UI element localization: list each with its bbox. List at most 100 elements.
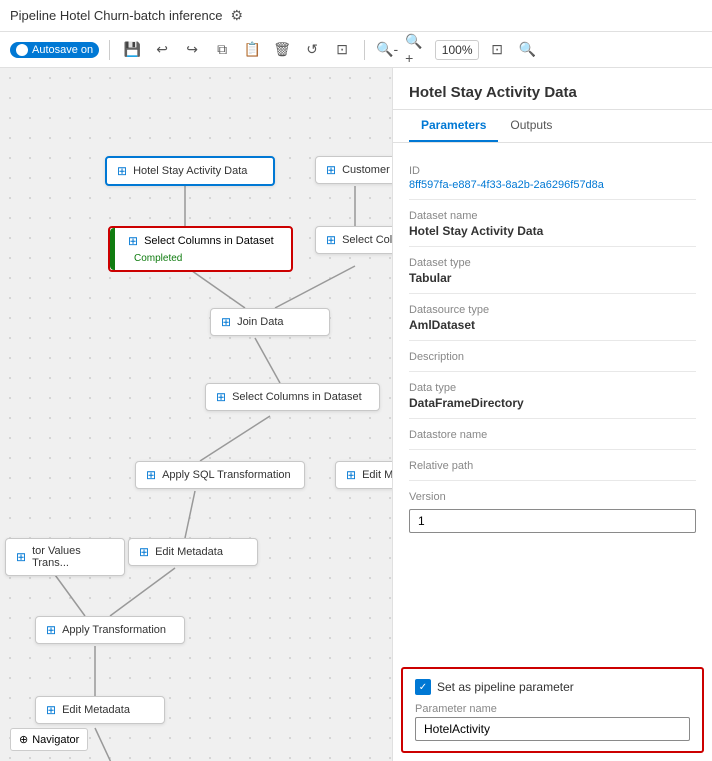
autosave-toggle[interactable]: Autosave on [10, 42, 99, 58]
datastore-name-label: Datastore name [409, 429, 696, 441]
zoom-in-btn[interactable]: 🔍+ [405, 38, 429, 62]
data-type-value: DataFrameDirectory [409, 396, 696, 410]
title-bar: Pipeline Hotel Churn-batch inference ⚙ [0, 0, 712, 32]
set-pipeline-param-row: ✓ Set as pipeline parameter [415, 679, 690, 695]
divider-6 [409, 418, 696, 419]
node-imputer[interactable]: ⊞ tor Values Trans... [5, 538, 125, 576]
node-hotel-stay[interactable]: ⊞ Hotel Stay Activity Data [105, 156, 275, 186]
toolbar: Autosave on 💾 ↩ ↪ ⧉ 📋 🗑 ↺ ⊡ 🔍- 🔍+ 100% ⊡… [0, 32, 712, 68]
node-edit-m[interactable]: ⊞ Edit M... [335, 461, 392, 489]
node-edit-metadata-2[interactable]: ⊞ Edit Metadata [35, 696, 165, 724]
id-label: ID [409, 165, 696, 177]
filter-icon: ⊞ [128, 234, 138, 248]
node-select-cols-1-label: Select Columns in Dataset [144, 235, 274, 247]
param-name-input[interactable] [415, 717, 690, 741]
toolbar-separator-2 [364, 40, 365, 60]
data-type-label: Data type [409, 382, 696, 394]
node-select-cols-3[interactable]: ⊞ Select Columns in Dataset [205, 383, 380, 411]
dataset-icon: ⊞ [117, 164, 127, 178]
divider-8 [409, 480, 696, 481]
zoom-level[interactable]: 100% [435, 40, 479, 60]
navigator-button[interactable]: ⊕ Navigator [10, 728, 88, 751]
metadata-icon-1: ⊞ [139, 545, 149, 559]
right-panel: Hotel Stay Activity Data Parameters Outp… [392, 68, 712, 761]
tab-parameters[interactable]: Parameters [409, 110, 498, 142]
transform-icon: ⊞ [46, 623, 56, 637]
edit-icon: ⊞ [346, 468, 356, 482]
navigator-icon: ⊕ [19, 733, 28, 746]
divider-5 [409, 371, 696, 372]
search-btn[interactable]: 🔍 [515, 38, 539, 62]
node-customer-data[interactable]: ⊞ Customer Da... [315, 156, 392, 184]
node-imputer-label: tor Values Trans... [32, 545, 114, 569]
autosave-label: Autosave on [32, 44, 93, 56]
pipeline-canvas[interactable]: ⊞ Hotel Stay Activity Data ⊞ Customer Da… [0, 68, 392, 761]
zoom-out-btn[interactable]: 🔍- [375, 38, 399, 62]
node-customer-label: Customer Da... [342, 164, 392, 176]
description-label: Description [409, 351, 696, 363]
panel-parameters-content: ID 8ff597fa-e887-4f33-8a2b-2a6296f57d8a … [393, 143, 712, 659]
page-title: Pipeline Hotel Churn-batch inference [10, 8, 222, 23]
fit-btn[interactable]: ⊡ [485, 38, 509, 62]
tab-outputs[interactable]: Outputs [498, 110, 564, 142]
divider-1 [409, 199, 696, 200]
main-layout: ⊞ Hotel Stay Activity Data ⊞ Customer Da… [0, 68, 712, 761]
node-hotel-stay-label: Hotel Stay Activity Data [133, 165, 247, 177]
version-label: Version [409, 491, 696, 503]
node-select-cols-3-label: Select Columns in Dataset [232, 391, 362, 403]
pipeline-param-checkbox[interactable]: ✓ [415, 679, 431, 695]
dataset-icon-2: ⊞ [326, 163, 336, 177]
node-select-cols-2[interactable]: ⊞ Select Colum... [315, 226, 392, 254]
redo-btn[interactable]: ↪ [180, 38, 204, 62]
delete-btn[interactable]: 🗑 [270, 38, 294, 62]
completed-bar [110, 228, 115, 270]
pipeline-parameter-section: ✓ Set as pipeline parameter Parameter na… [401, 667, 704, 753]
node-join-label: Join Data [237, 316, 283, 328]
id-value: 8ff597fa-e887-4f33-8a2b-2a6296f57d8a [409, 179, 696, 191]
node-edit-meta-1-label: Edit Metadata [155, 546, 223, 558]
sql-icon: ⊞ [146, 468, 156, 482]
copy-btn[interactable]: ⧉ [210, 38, 234, 62]
settings-icon[interactable]: ⚙ [230, 7, 243, 24]
node-apply-transform-label: Apply Transformation [62, 624, 166, 636]
node-completed-status: Completed [134, 253, 182, 264]
imputer-icon: ⊞ [16, 550, 26, 564]
node-join-data[interactable]: ⊞ Join Data [210, 308, 330, 336]
datasource-type-label: Datasource type [409, 304, 696, 316]
divider-3 [409, 293, 696, 294]
relative-path-label: Relative path [409, 460, 696, 472]
node-select-cols-2-label: Select Colum... [342, 234, 392, 246]
param-name-label: Parameter name [415, 703, 690, 715]
node-apply-sql-1[interactable]: ⊞ Apply SQL Transformation [135, 461, 305, 489]
undo-btn[interactable]: ↩ [150, 38, 174, 62]
dataset-name-label: Dataset name [409, 210, 696, 222]
dataset-type-value: Tabular [409, 271, 696, 285]
node-select-cols-1[interactable]: ⊞ Select Columns in Dataset Completed [108, 226, 293, 272]
divider-4 [409, 340, 696, 341]
filter-icon-2: ⊞ [326, 233, 336, 247]
panel-title: Hotel Stay Activity Data [393, 68, 712, 110]
layout-btn[interactable]: ⊡ [330, 38, 354, 62]
paste-btn[interactable]: 📋 [240, 38, 264, 62]
refresh-btn[interactable]: ↺ [300, 38, 324, 62]
node-apply-sql-1-label: Apply SQL Transformation [162, 469, 291, 481]
datasource-type-value: AmlDataset [409, 318, 696, 332]
filter-icon-3: ⊞ [216, 390, 226, 404]
navigator-label: Navigator [32, 734, 79, 746]
node-edit-metadata-1[interactable]: ⊞ Edit Metadata [128, 538, 258, 566]
panel-tabs: Parameters Outputs [393, 110, 712, 143]
dataset-type-label: Dataset type [409, 257, 696, 269]
join-icon: ⊞ [221, 315, 231, 329]
node-edit-m-label: Edit M... [362, 469, 392, 481]
metadata-icon-2: ⊞ [46, 703, 56, 717]
save-btn[interactable]: 💾 [120, 38, 144, 62]
version-input[interactable] [409, 509, 696, 533]
node-edit-meta-2-label: Edit Metadata [62, 704, 130, 716]
divider-7 [409, 449, 696, 450]
toggle-dot [16, 44, 28, 56]
node-apply-transform[interactable]: ⊞ Apply Transformation [35, 616, 185, 644]
divider-2 [409, 246, 696, 247]
dataset-name-value: Hotel Stay Activity Data [409, 224, 696, 238]
pipeline-param-label: Set as pipeline parameter [437, 680, 574, 694]
toolbar-separator-1 [109, 40, 110, 60]
